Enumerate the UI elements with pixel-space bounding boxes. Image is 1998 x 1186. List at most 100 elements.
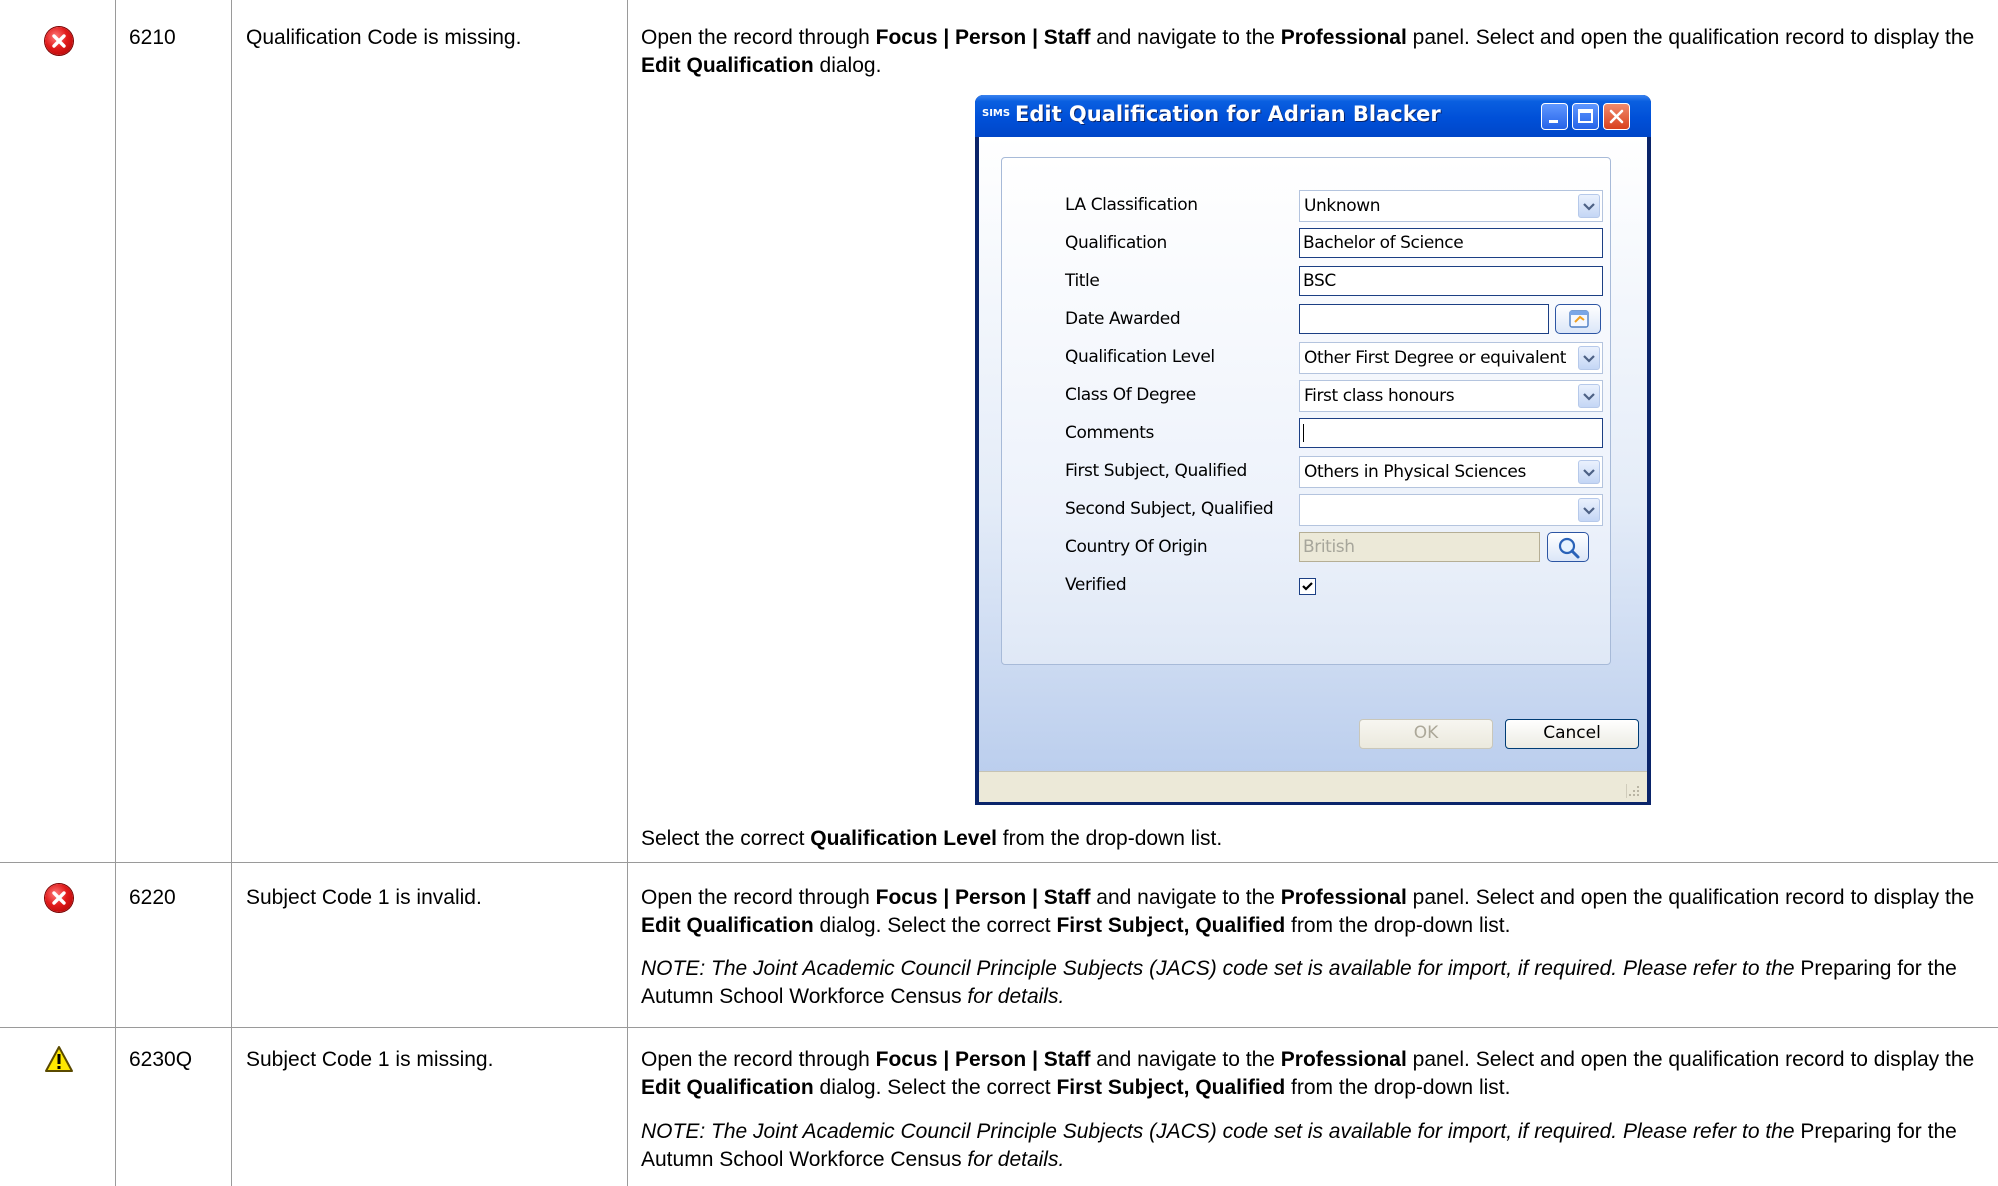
bold-term: Focus | Person | Staff (875, 26, 1091, 49)
la-classification-value: Unknown (1304, 196, 1381, 216)
second-subject-select[interactable] (1299, 494, 1603, 526)
bold-term: Edit Qualification (641, 914, 814, 937)
bold-term: Focus | Person | Staff (875, 1048, 1091, 1071)
bold-term: Professional (1280, 886, 1407, 909)
error-code: 6220 (129, 886, 176, 909)
qualification-field[interactable]: Bachelor of Science (1299, 228, 1603, 258)
bold-term: Professional (1280, 1048, 1407, 1071)
action-text: Open the record through Focus | Person |… (641, 1046, 1981, 1102)
error-message: Subject Code 1 is invalid. (246, 886, 482, 909)
comments-label: Comments (1065, 423, 1154, 443)
action-followup: Select the correct Qualification Level f… (641, 825, 1981, 853)
error-message: Qualification Code is missing. (246, 26, 522, 49)
row-divider (0, 862, 1998, 863)
bold-term: First Subject, Qualified (1056, 1076, 1286, 1099)
error-code: 6210 (129, 26, 176, 49)
note-text: NOTE: The Joint Academic Council Princip… (641, 1120, 1801, 1143)
maximize-button[interactable] (1572, 103, 1599, 130)
qualification-label: Qualification (1065, 233, 1167, 253)
la-classification-select[interactable]: Unknown (1299, 190, 1603, 222)
minimize-button[interactable] (1541, 103, 1568, 130)
ok-button[interactable]: OK (1359, 719, 1493, 749)
verified-label: Verified (1065, 575, 1127, 595)
resize-grip-icon[interactable] (1626, 784, 1641, 798)
first-subject-label: First Subject, Qualified (1065, 461, 1247, 481)
title-label: Title (1065, 271, 1100, 291)
checkmark-icon (1302, 582, 1313, 591)
maximize-icon (1578, 109, 1593, 123)
dialog-status-bar (979, 771, 1647, 802)
text-run: Open the record through (641, 886, 876, 909)
text-run: panel. Select and open the qualification… (1406, 26, 1975, 49)
bold-term: Professional (1280, 26, 1407, 49)
chevron-down-icon[interactable] (1578, 384, 1600, 408)
column-divider (115, 0, 116, 1186)
action-description: Open the record through Focus | Person |… (641, 1046, 1981, 1102)
action-followup-text: Select the correct Qualification Level f… (641, 825, 1981, 853)
text-run: from the drop-down list. (996, 827, 1223, 850)
chevron-down-icon[interactable] (1578, 194, 1600, 218)
class-of-degree-select[interactable]: First class honours (1299, 380, 1603, 412)
row-divider (0, 1027, 1998, 1028)
action-description: Open the record through Focus | Person |… (641, 884, 1981, 940)
text-run: Select the correct (641, 827, 811, 850)
text-run: dialog. (813, 54, 882, 77)
text-run: from the drop-down list. (1285, 914, 1511, 937)
calendar-icon (1569, 310, 1589, 328)
text-run: dialog. Select the correct (813, 1076, 1057, 1099)
text-run: panel. Select and open the qualification… (1406, 1048, 1975, 1071)
text-run: Open the record through (641, 1048, 876, 1071)
text-run: from the drop-down list. (1285, 1076, 1511, 1099)
action-description: Open the record through Focus | Person |… (641, 24, 1981, 80)
cancel-button[interactable]: Cancel (1505, 719, 1639, 749)
first-subject-value: Others in Physical Sciences (1304, 462, 1526, 482)
column-divider (627, 0, 628, 1186)
chevron-down-icon[interactable] (1578, 460, 1600, 484)
minimize-icon (1549, 120, 1558, 123)
title-field[interactable]: BSC (1299, 266, 1603, 296)
error-icon (45, 27, 73, 55)
dialog-title: Edit Qualification for Adrian Blacker (1015, 102, 1441, 126)
bold-term: First Subject, Qualified (1056, 914, 1286, 937)
action-text: Open the record through Focus | Person |… (641, 24, 1981, 80)
lookup-button[interactable] (1547, 532, 1589, 562)
comments-field[interactable] (1299, 418, 1603, 448)
error-message: Subject Code 1 is missing. (246, 1048, 494, 1071)
text-run: Open the record through (641, 26, 876, 49)
verified-checkbox[interactable] (1299, 578, 1316, 595)
close-icon (1609, 109, 1624, 124)
close-button[interactable] (1603, 103, 1630, 130)
action-text: Open the record through Focus | Person |… (641, 884, 1981, 940)
fields-panel: LA Classification Unknown Qualification … (1001, 157, 1611, 665)
qualification-level-select[interactable]: Other First Degree or equivalent (1299, 342, 1603, 374)
app-logo: SIMS (982, 108, 1011, 119)
country-of-origin-label: Country Of Origin (1065, 537, 1208, 557)
note-text: NOTE: The Joint Academic Council Princip… (641, 957, 1801, 980)
calendar-button[interactable] (1555, 304, 1601, 334)
text-run: dialog. Select the correct (813, 914, 1057, 937)
edit-qualification-dialog: SIMS Edit Qualification for Adrian Black… (975, 95, 1651, 805)
text-run: panel. Select and open the qualification… (1406, 886, 1975, 909)
jacs-note: NOTE: The Joint Academic Council Princip… (641, 1118, 1981, 1174)
second-subject-label: Second Subject, Qualified (1065, 499, 1274, 519)
date-awarded-field[interactable] (1299, 304, 1549, 334)
date-awarded-label: Date Awarded (1065, 309, 1181, 329)
error-code: 6230Q (129, 1048, 193, 1071)
bold-term: Focus | Person | Staff (875, 886, 1091, 909)
jacs-note: NOTE: The Joint Academic Council Princip… (641, 955, 1981, 1011)
column-divider (231, 0, 232, 1186)
text-run: and navigate to the (1090, 886, 1281, 909)
dialog-body: LA Classification Unknown Qualification … (979, 137, 1647, 802)
class-of-degree-value: First class honours (1304, 386, 1455, 406)
dialog-title-bar[interactable]: SIMS Edit Qualification for Adrian Black… (975, 95, 1651, 137)
bold-term: Edit Qualification (641, 1076, 814, 1099)
note-tail: for details. (961, 985, 1065, 1008)
first-subject-select[interactable]: Others in Physical Sciences (1299, 456, 1603, 488)
chevron-down-icon[interactable] (1578, 346, 1600, 370)
qualification-level-label: Qualification Level (1065, 347, 1215, 367)
country-of-origin-field: British (1299, 532, 1540, 562)
chevron-down-icon[interactable] (1578, 498, 1600, 522)
text-cursor (1303, 424, 1304, 442)
text-run: and navigate to the (1090, 26, 1281, 49)
la-classification-label: LA Classification (1065, 195, 1198, 215)
